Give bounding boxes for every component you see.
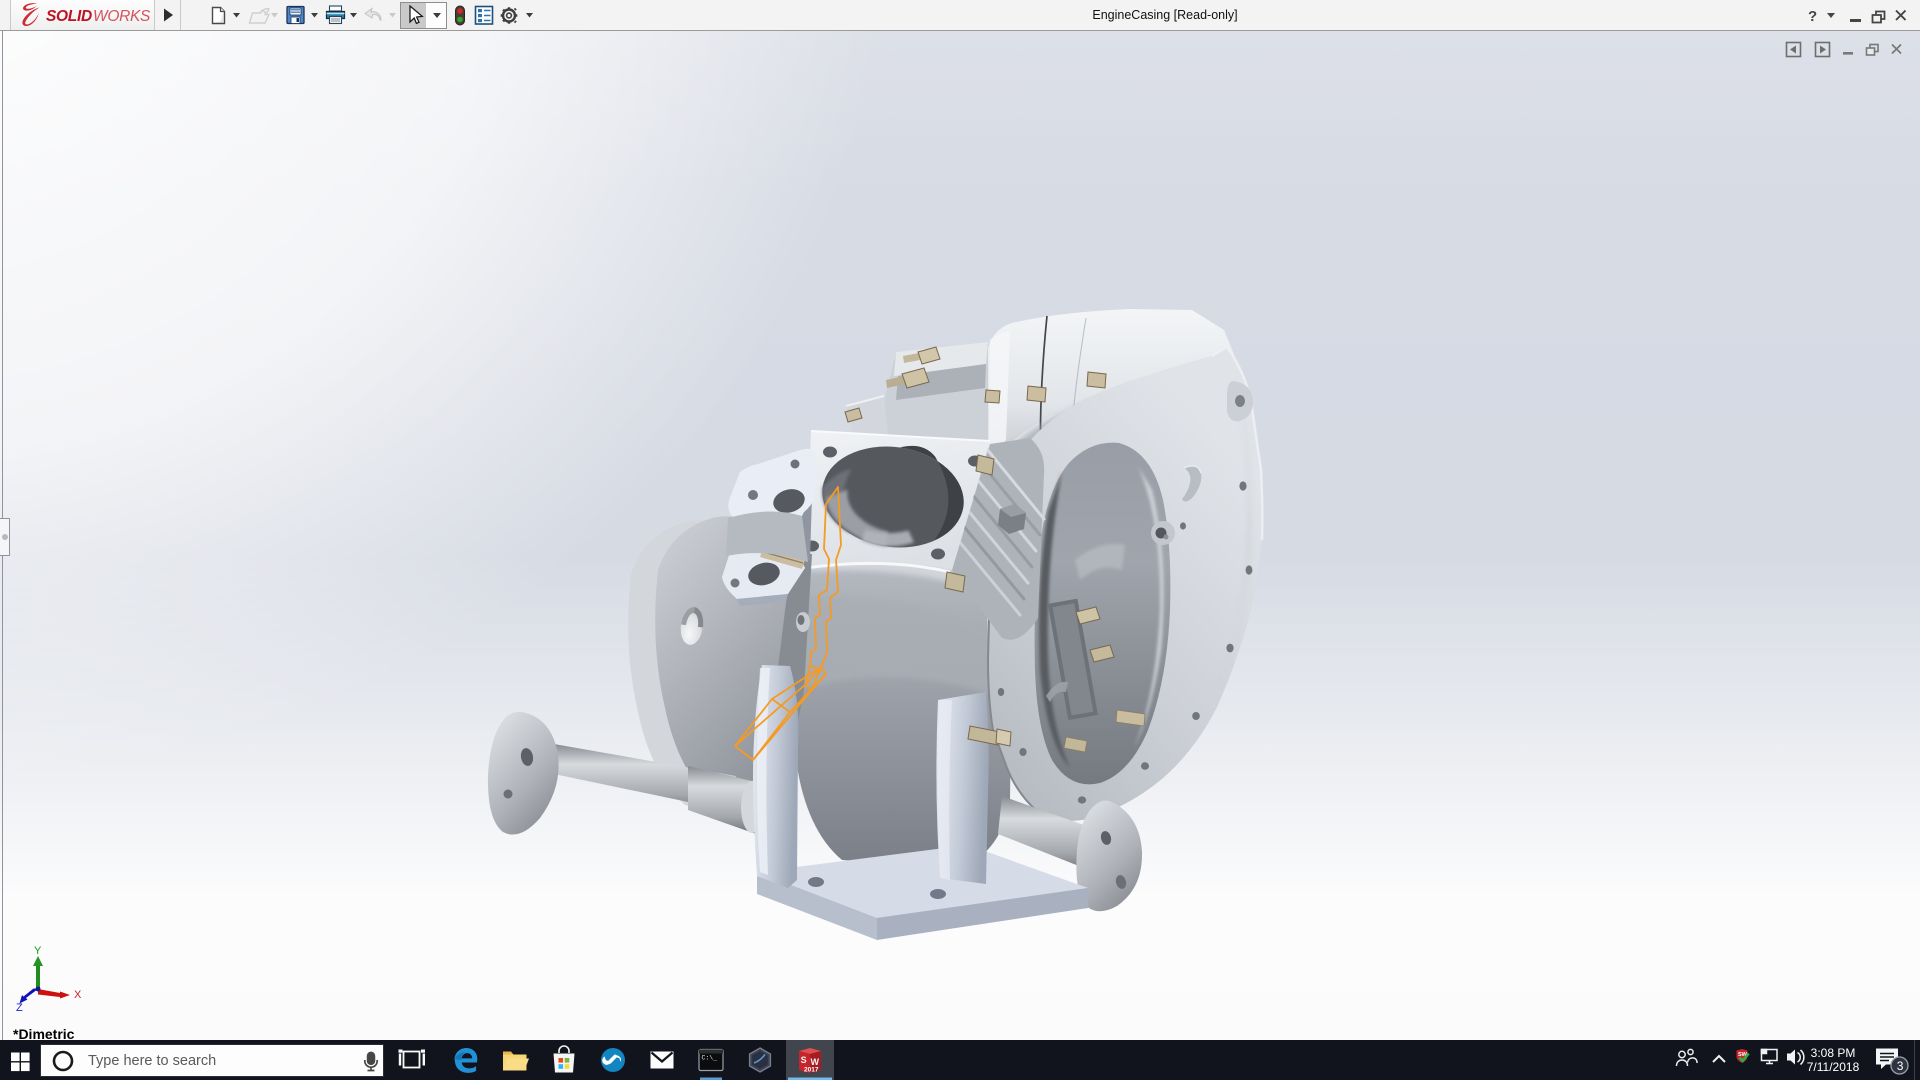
svg-text:2017: 2017: [804, 1067, 819, 1074]
svg-text:W: W: [811, 1057, 820, 1067]
svg-text:3: 3: [1897, 1059, 1904, 1073]
svg-text:C:\_: C:\_: [702, 1055, 718, 1062]
svg-text:WORKS: WORKS: [93, 8, 151, 25]
svg-text:S: S: [801, 1055, 807, 1065]
svg-text:SOLID: SOLID: [46, 8, 92, 25]
svg-text:?: ?: [1808, 8, 1817, 25]
svg-text:X: X: [74, 989, 82, 1001]
svg-text:Z: Z: [16, 1002, 23, 1012]
svg-text:Y: Y: [34, 945, 42, 957]
